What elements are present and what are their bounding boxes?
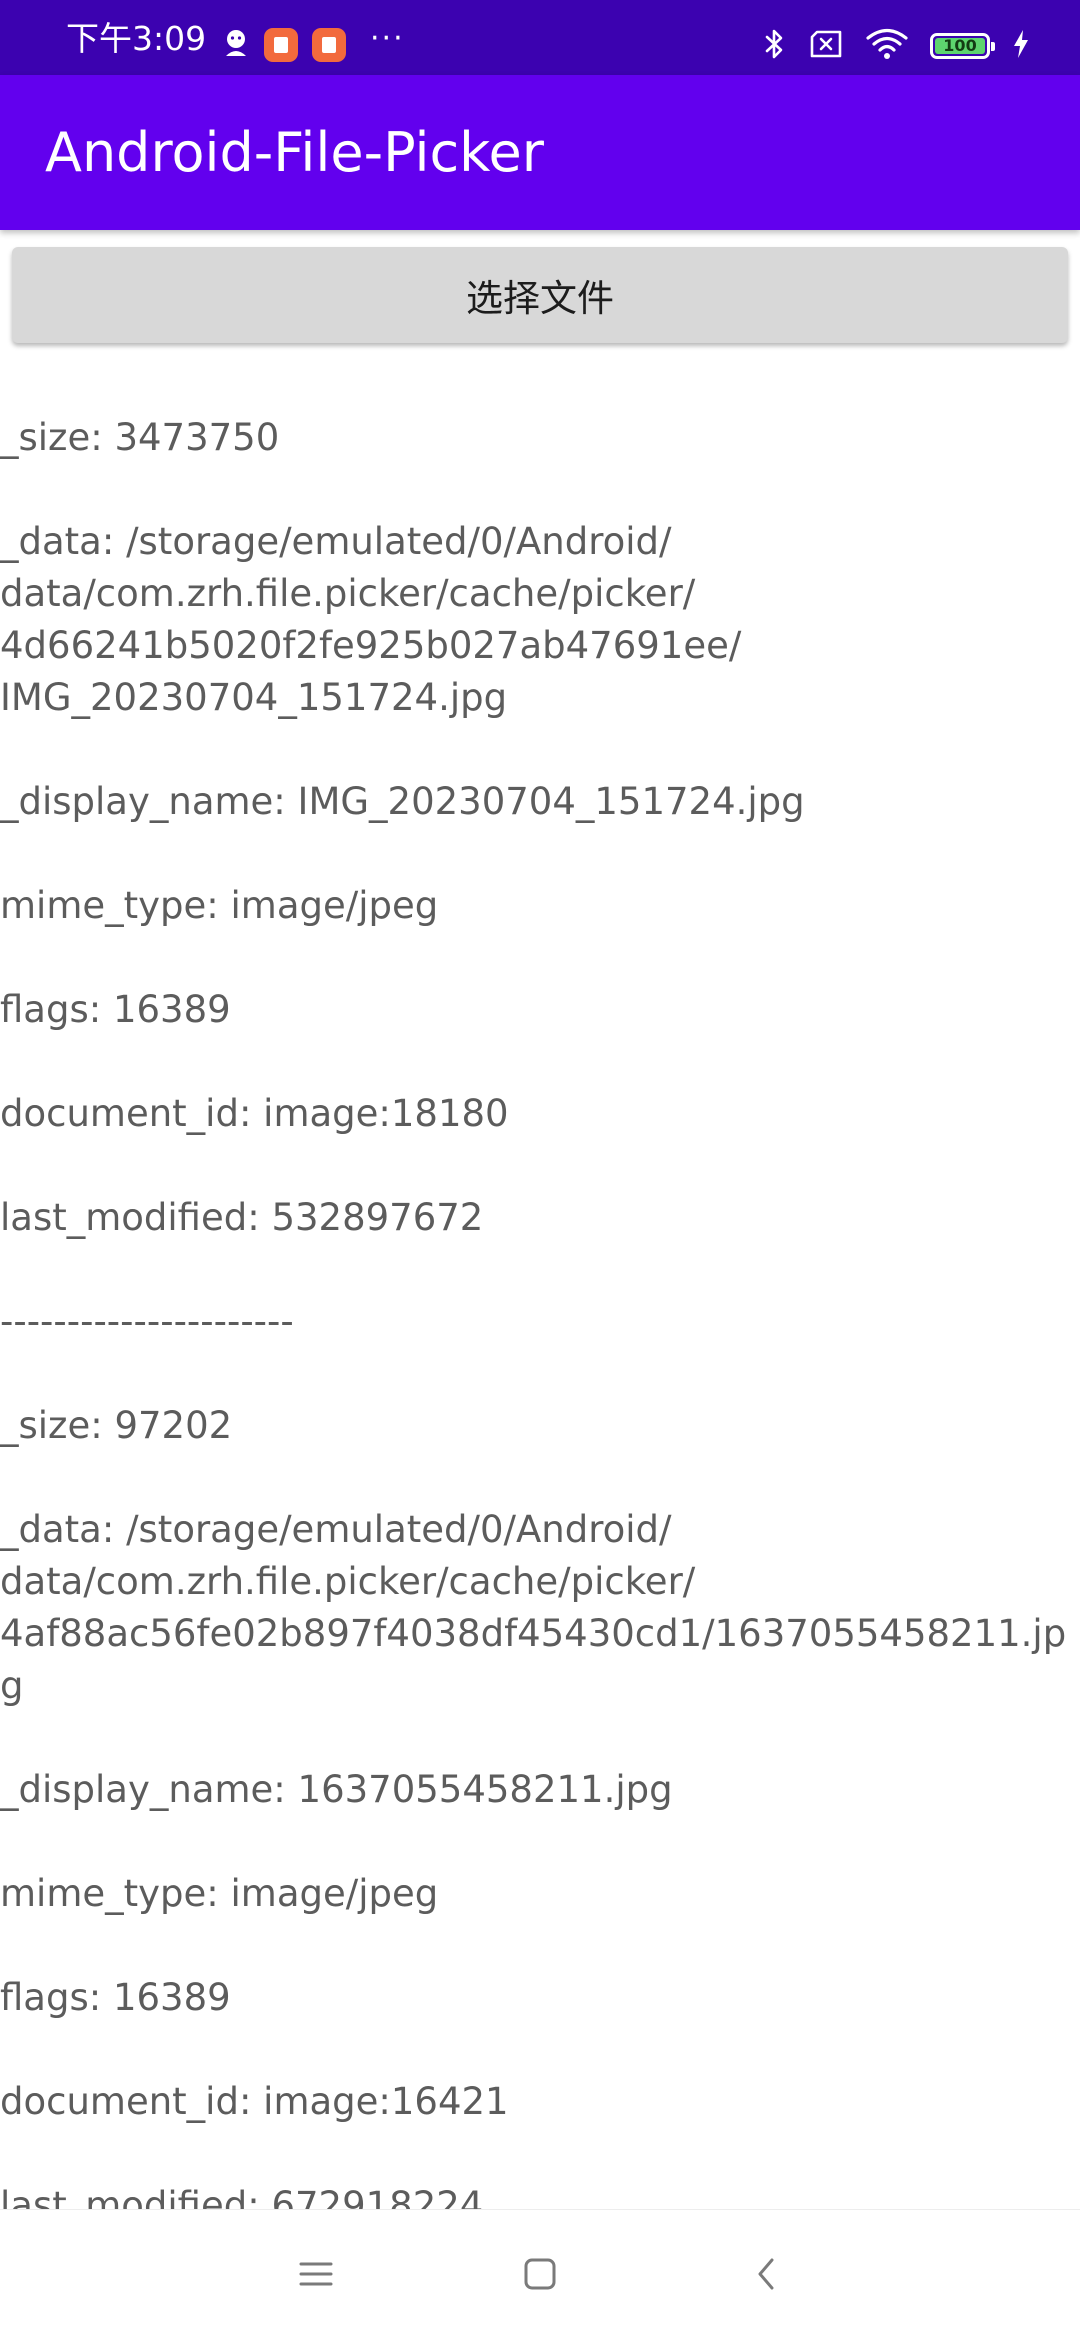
back-button[interactable] (730, 2240, 802, 2312)
status-bar: 下午3:09 ··· 100 (0, 0, 1080, 75)
app-bar: Android-File-Picker (0, 75, 1080, 230)
no-sim-icon (808, 29, 844, 63)
navigation-bar (0, 2209, 1080, 2340)
file-info-text: _size: 3473750 _data: /storage/emulated/… (0, 416, 1067, 2227)
battery-icon: 100 (930, 33, 995, 59)
choose-file-button[interactable]: 选择文件 (12, 247, 1068, 343)
back-icon (754, 2256, 778, 2296)
home-icon (522, 2256, 558, 2296)
app-notification-icon (264, 28, 298, 62)
wifi-icon (866, 28, 908, 64)
menu-button[interactable] (280, 2240, 352, 2312)
menu-icon (298, 2259, 334, 2293)
battery-level: 100 (943, 36, 977, 55)
bluetooth-icon (764, 27, 786, 65)
status-time: 下午3:09 (66, 19, 207, 58)
more-notifications-icon: ··· (370, 21, 405, 56)
notification-bot-icon (222, 26, 250, 64)
system-icons: 100 (764, 28, 1030, 64)
app-notification-icon (312, 28, 346, 62)
notification-icons: ··· (222, 24, 405, 64)
app-title: Android-File-Picker (45, 121, 544, 184)
home-button[interactable] (504, 2240, 576, 2312)
charging-icon (1012, 29, 1030, 63)
